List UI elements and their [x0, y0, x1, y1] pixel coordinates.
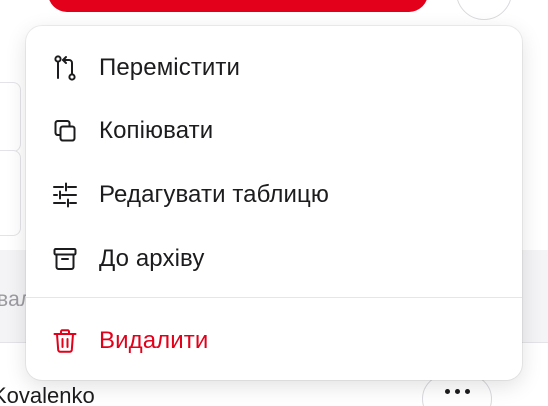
- menu-item-archive[interactable]: До архіву: [26, 231, 522, 287]
- screen: вал Kovalenko Перемістити Копіювати Реда…: [0, 0, 548, 406]
- background-card-edge-2: [0, 150, 21, 236]
- menu-item-label: Копіювати: [99, 117, 214, 144]
- trash-icon: [50, 326, 80, 356]
- copy-icon: [50, 116, 80, 146]
- round-action-button[interactable]: [456, 0, 512, 20]
- menu-item-move[interactable]: Перемістити: [26, 40, 522, 96]
- primary-action-button[interactable]: [48, 0, 428, 12]
- menu-item-label: До архіву: [99, 245, 205, 272]
- sliders-icon: [50, 180, 80, 210]
- archive-icon: [50, 244, 80, 274]
- menu-item-edit-table[interactable]: Редагувати таблицю: [26, 167, 522, 223]
- menu-item-copy[interactable]: Копіювати: [26, 103, 522, 159]
- move-icon: [50, 53, 80, 83]
- more-horizontal-icon: [444, 389, 450, 394]
- table-row-name: Kovalenko: [0, 383, 95, 406]
- menu-divider: [26, 297, 522, 298]
- menu-item-label: Перемістити: [99, 54, 241, 81]
- menu-item-delete[interactable]: Видалити: [26, 313, 522, 369]
- background-card-edge: [0, 82, 21, 152]
- menu-item-label: Редагувати таблицю: [99, 181, 329, 208]
- menu-item-label: Видалити: [99, 327, 209, 354]
- context-menu: Перемістити Копіювати Редагувати таблицю…: [26, 26, 522, 380]
